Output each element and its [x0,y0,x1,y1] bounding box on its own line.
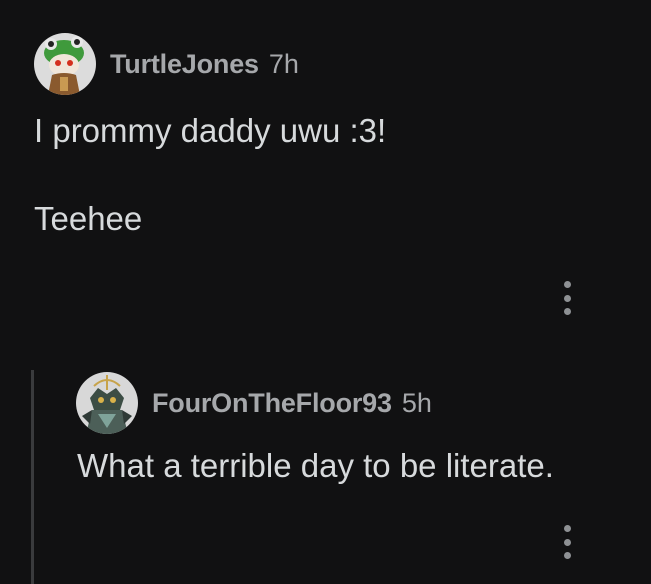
comment-header: TurtleJones 7h [34,33,299,95]
comment-timestamp: 7h [268,48,299,79]
dot [563,308,571,315]
dot [563,552,571,559]
armored-creature-avatar-icon[interactable] [76,372,138,434]
reply-timestamp: 5h [401,387,432,418]
more-options-icon[interactable] [557,281,577,315]
comment-body-line: I prommy daddy uwu :3! [34,112,387,149]
dot [563,294,571,302]
reply-body: What a terrible day to be literate. [77,447,554,484]
comment: TurtleJones 7h I prommy daddy uwu :3! Te… [0,0,651,340]
thread-collapse-line[interactable] [31,370,34,584]
dot [563,538,571,546]
dot [563,525,571,532]
comment-author[interactable]: TurtleJones [110,49,259,80]
dot [563,281,571,288]
frog-hat-avatar-icon[interactable] [34,33,96,95]
comment-body-line: Teehee [34,200,143,237]
reply-header: FourOnTheFloor93 5h [76,372,432,434]
comment-thread: TurtleJones 7h I prommy daddy uwu :3! Te… [0,0,651,584]
reply-author[interactable]: FourOnTheFloor93 [152,388,392,419]
more-options-icon[interactable] [557,525,577,559]
